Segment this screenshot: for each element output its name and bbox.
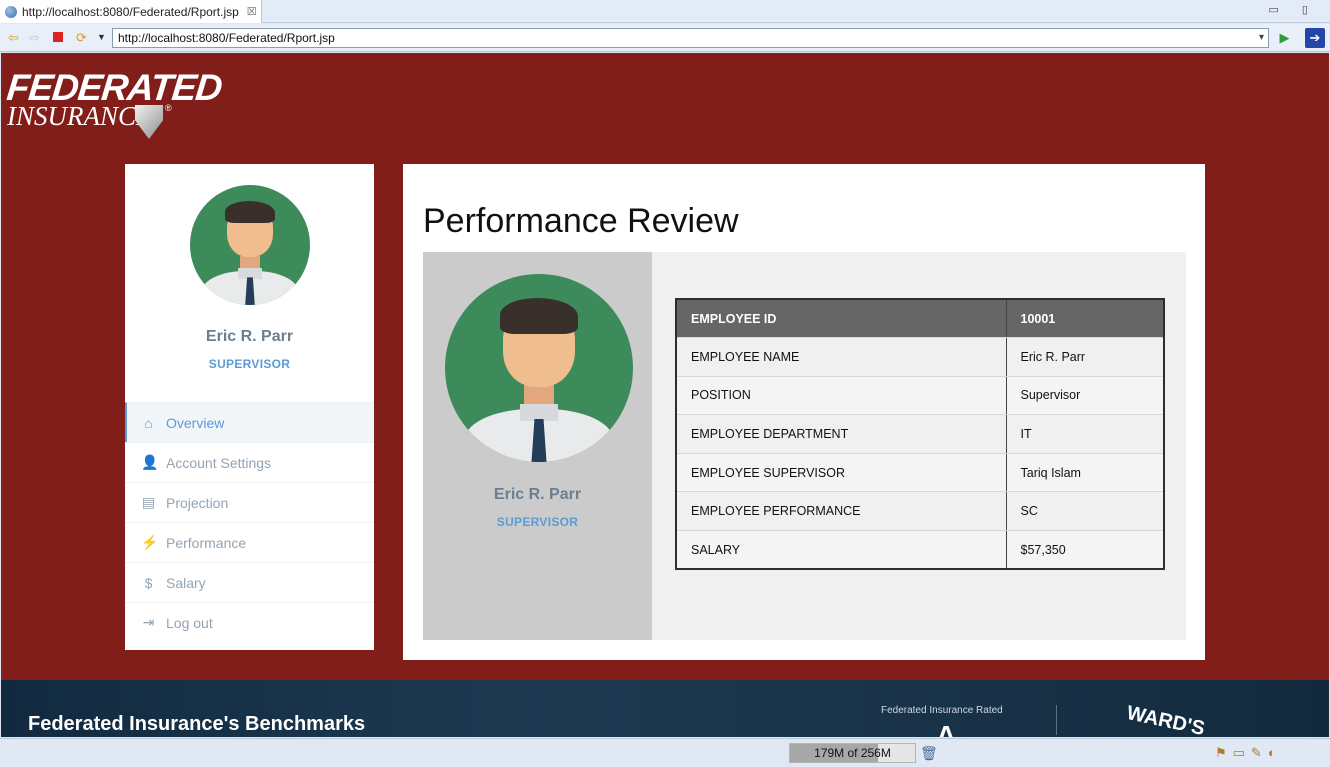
list-icon: ▤ [141, 494, 156, 510]
profile-sidebar: Eric R. Parr SUPERVISOR ⌂ Overview 👤 Acc… [125, 164, 374, 650]
benchmarks-heading: Federated Insurance's Benchmarks [28, 713, 366, 735]
employee-avatar [445, 274, 633, 462]
avatar [190, 185, 310, 305]
shield-icon [135, 105, 163, 139]
sidebar-item-label: Overview [166, 414, 225, 431]
rating-letter: A [936, 720, 957, 737]
status-tray-icons[interactable]: ⚑▭✎◐ [1215, 745, 1282, 761]
sidebar-nav: ⌂ Overview 👤 Account Settings ▤ Projecti… [125, 402, 374, 642]
table-cell-label: EMPLOYEE DEPARTMENT [676, 414, 1006, 454]
url-text: http://localhost:8080/Federated/Rport.js… [118, 31, 335, 45]
page-content: FEDERATED INSURANCE ® Eric R. Parr SUPER… [1, 53, 1329, 737]
avatar-hair [499, 298, 579, 335]
sidebar-item-label: Account Settings [166, 454, 272, 471]
sidebar-item-performance[interactable]: ⚡ Performance [125, 522, 374, 562]
user-icon: 👤 [141, 454, 159, 470]
sidebar-item-overview[interactable]: ⌂ Overview [125, 402, 374, 442]
page-title: Performance Review [423, 202, 739, 240]
heap-status[interactable]: 179M of 256M [789, 743, 916, 763]
history-dropdown-icon[interactable]: ▼ [94, 30, 109, 45]
forward-icon[interactable]: ⇨ [27, 30, 42, 45]
registered-mark: ® [165, 103, 172, 113]
table-row: EMPLOYEE SUPERVISOR Tariq Islam [676, 453, 1164, 493]
banner-divider [1056, 705, 1057, 735]
table-cell-label: EMPLOYEE ID [676, 299, 1006, 339]
table-cell-value: Tariq Islam [1005, 453, 1164, 493]
bolt-icon: ⚡ [141, 534, 159, 550]
sidebar-item-label: Projection [166, 494, 229, 511]
table-cell-label: POSITION [676, 376, 1006, 416]
employee-name-label: Eric R. Parr [493, 486, 582, 503]
sidebar-item-account-settings[interactable]: 👤 Account Settings [125, 442, 374, 482]
sidebar-item-label: Salary [166, 574, 206, 591]
globe-icon [5, 5, 17, 18]
avatar-hair [224, 200, 276, 224]
sidebar-item-salary[interactable]: $ Salary [125, 562, 374, 602]
employee-photo-column: Eric R. Parr SUPERVISOR [423, 252, 652, 640]
garbage-collect-icon[interactable]: 🗑 [920, 745, 938, 762]
external-browser-icon[interactable]: ➔ [1305, 28, 1325, 48]
home-icon: ⌂ [144, 414, 153, 431]
table-cell-value: SC [1005, 491, 1164, 532]
table-cell-value: 10001 [1005, 299, 1164, 339]
avatar-collar [238, 267, 262, 279]
table-row: EMPLOYEE PERFORMANCE SC [676, 491, 1164, 532]
wards-badge: WARD'S [1124, 702, 1207, 737]
profile-role: SUPERVISOR [208, 357, 291, 371]
table-row: EMPLOYEE ID 10001 [676, 299, 1164, 339]
table-row: EMPLOYEE NAME Eric R. Parr [676, 337, 1164, 377]
table-row: SALARY $57,350 [676, 530, 1164, 570]
status-bar: 179M of 256M 🗑 ⚑▭✎◐ [0, 738, 1330, 767]
editor-tab-bar: http://localhost:8080/Federated/Rport.js… [0, 0, 1330, 23]
refresh-icon[interactable]: ⟳ [74, 30, 89, 45]
benchmarks-banner: Federated Insurance's Benchmarks Federat… [1, 680, 1329, 737]
logout-icon: ⇥ [142, 614, 155, 630]
window-controls[interactable]: ▭ ▯ [1268, 3, 1318, 16]
performance-review-card: Performance Review Eric R. Parr SUPERVIS… [403, 164, 1205, 660]
table-cell-value: IT [1005, 414, 1164, 454]
stop-icon[interactable] [50, 30, 65, 45]
table-cell-value: Eric R. Parr [1005, 337, 1164, 377]
url-field[interactable]: http://localhost:8080/Federated/Rport.js… [112, 28, 1269, 48]
table-row: POSITION Supervisor [676, 376, 1164, 416]
go-icon[interactable]: ▶ [1277, 30, 1292, 45]
sidebar-item-projection[interactable]: ▤ Projection [125, 482, 374, 522]
federated-logo[interactable]: FEDERATED INSURANCE ® [4, 67, 224, 139]
sidebar-item-label: Log out [166, 614, 213, 631]
table-cell-value: $57,350 [1005, 530, 1164, 570]
employee-role-label: SUPERVISOR [496, 515, 579, 529]
url-dropdown-icon[interactable]: ▾ [1259, 29, 1264, 47]
table-cell-label: EMPLOYEE NAME [676, 337, 1006, 377]
profile-name: Eric R. Parr [205, 328, 294, 345]
sidebar-item-logout[interactable]: ⇥ Log out [125, 602, 374, 642]
heap-label: 179M of 256M [814, 746, 891, 760]
browser-toolbar: ⇦ ⇨ ⟳ ▼ http://localhost:8080/Federated/… [0, 24, 1330, 52]
table-cell-label: EMPLOYEE PERFORMANCE [676, 491, 1006, 532]
browser-tab[interactable]: http://localhost:8080/Federated/Rport.js… [0, 0, 262, 23]
table-cell-value: Supervisor [1005, 376, 1164, 416]
dollar-icon: $ [144, 574, 153, 591]
tab-title: http://localhost:8080/Federated/Rport.js… [22, 4, 239, 19]
rated-label: Federated Insurance Rated [881, 705, 1003, 716]
logo-line1: FEDERATED [4, 67, 224, 108]
avatar-collar [520, 403, 558, 421]
close-tab-icon[interactable]: ☒ [247, 5, 257, 18]
employee-info-table: EMPLOYEE ID 10001 EMPLOYEE NAME Eric R. … [675, 298, 1165, 571]
back-icon[interactable]: ⇦ [6, 30, 21, 45]
table-cell-label: EMPLOYEE SUPERVISOR [676, 453, 1006, 493]
table-row: EMPLOYEE DEPARTMENT IT [676, 414, 1164, 454]
table-cell-label: SALARY [676, 530, 1006, 570]
sidebar-item-label: Performance [166, 534, 247, 551]
